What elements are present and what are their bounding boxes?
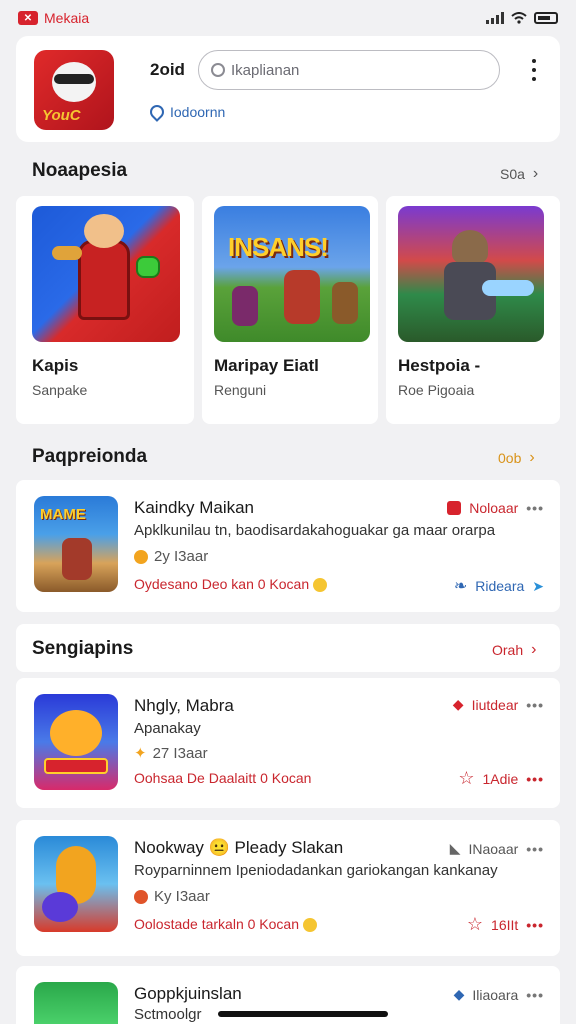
coin-icon [313, 578, 328, 593]
game-art: INSANS! [214, 206, 370, 342]
leaf-icon: ❧ [453, 578, 468, 595]
item-meta: 2y I3aar [134, 548, 208, 565]
featured-card[interactable]: Hestpoia - Roe Pigoaia [386, 196, 560, 424]
game-thumb [34, 982, 118, 1024]
location-label: Iodoornn [170, 104, 226, 120]
item-desc: Royparninnem Ipeniodadankan gariokangan … [134, 862, 498, 879]
more-icon[interactable]: ••• [526, 987, 544, 1003]
item-badge[interactable]: Noloaar ••• [447, 500, 544, 516]
popular-see-all-label: 0ob [498, 450, 522, 466]
featured-see-all[interactable]: S0a › [500, 165, 538, 183]
game-thumb [34, 836, 118, 932]
tag-icon: ◆ [452, 696, 464, 712]
more-icon[interactable]: ••• [526, 841, 544, 857]
featured-card[interactable]: INSANS! Maripay Eiatl Renguni [202, 196, 378, 424]
app-icon[interactable]: YouC [34, 50, 114, 130]
list-item[interactable]: Nhgly, Mabra Apanakay ✦ 27 I3aar Oohsaa … [16, 678, 560, 808]
sengapires-see-all[interactable]: Orah › [492, 641, 536, 659]
item-action[interactable]: ❧ Rideara ➤ [454, 576, 544, 596]
featured-sub: Roe Pigoaia [398, 382, 475, 398]
featured-sub: Renguni [214, 382, 267, 398]
item-title: Goppkjuinslan [134, 984, 242, 1003]
more-icon[interactable]: ••• [526, 697, 544, 713]
home-indicator[interactable] [218, 1011, 388, 1017]
featured-name: Kapis [32, 356, 79, 375]
banner-text: INSANS! [228, 232, 329, 262]
item-badge[interactable]: ◆ Iiutdear ••• [453, 696, 544, 713]
overflow-menu-icon[interactable] [524, 56, 544, 84]
item-footer: Oohsaa De Daalaitt 0 Kocan [134, 770, 312, 786]
coin-icon [302, 918, 317, 933]
signal-icon [486, 12, 504, 24]
item-title: Nookway 😐 Pleady Slakan [134, 838, 344, 857]
tag-icon: ◆ [453, 986, 465, 1002]
item-badge[interactable]: ◣ INaoaar ••• [450, 840, 544, 857]
status-bar: ✕ Mekaia [0, 0, 576, 36]
item-desc: Apanakay [134, 720, 201, 737]
item-title: Nhgly, Mabra [134, 696, 234, 715]
app-label: Mekaia [44, 10, 90, 26]
hand-icon: ◣ [449, 840, 461, 856]
search-input[interactable]: Ikaplianan [198, 50, 500, 90]
item-desc: Sctmoolgr [134, 1006, 202, 1023]
shield-icon [447, 501, 462, 515]
game-art [32, 206, 180, 342]
list-item[interactable]: MAME Kaindky Maikan Apklkunilau tn, baod… [16, 480, 560, 612]
item-footer: Oydesano Deo kan 0 Kocan [134, 576, 328, 593]
item-footer: Oolostade tarkaln 0 Kocan [134, 916, 317, 933]
chevron-right-icon: › [529, 449, 535, 466]
section-header-card: Sengiapins Orah › [16, 624, 560, 672]
sengapires-title: Sengiapins [32, 638, 134, 659]
wifi-icon [511, 12, 527, 24]
game-thumb [34, 694, 118, 790]
featured-see-all-label: S0a [500, 166, 525, 182]
item-rating[interactable]: ☆ 16IIt ••• [467, 914, 544, 935]
item-badge[interactable]: ◆ Iliaoara ••• [454, 986, 544, 1003]
more-icon[interactable]: ••• [526, 917, 544, 933]
header-tag: 2oid [150, 60, 185, 79]
star-icon: ✦ [134, 745, 147, 762]
star-icon: ☆ [466, 914, 484, 934]
featured-name: Hestpoia - [398, 356, 481, 375]
search-icon [211, 63, 225, 77]
location-pin-icon [147, 102, 167, 122]
more-icon[interactable]: ••• [526, 771, 544, 787]
coin-icon [134, 889, 148, 904]
featured-name: Maripay Eiatl [214, 356, 319, 375]
item-title: Kaindky Maikan [134, 498, 255, 517]
game-art [398, 206, 544, 342]
item-meta: Ky I3aar [134, 888, 210, 905]
item-rating[interactable]: ☆ 1Adie ••• [458, 768, 544, 789]
popular-see-all[interactable]: 0ob › [498, 449, 535, 467]
search-placeholder: Ikaplianan [231, 61, 300, 79]
featured-card[interactable]: Kapis Sanpake [16, 196, 194, 424]
popular-title: Paqpreionda [32, 446, 148, 467]
star-icon: ☆ [458, 768, 475, 788]
chevron-right-icon: › [532, 165, 539, 182]
app-logo-icon: ✕ [18, 11, 38, 25]
featured-title: Noaapesia [32, 160, 128, 181]
more-icon[interactable]: ••• [526, 500, 544, 516]
item-meta: ✦ 27 I3aar [134, 744, 208, 763]
list-item[interactable]: Nookway 😐 Pleady Slakan Royparninnem Ipe… [16, 820, 560, 956]
coin-icon [134, 549, 148, 564]
app-brand: ✕ Mekaia [18, 10, 89, 26]
chevron-right-icon: › [531, 641, 537, 658]
item-desc: Apklkunilau tn, baodisardakahoguakar ga … [134, 522, 496, 539]
header-card: YouC 2oid Ikaplianan Iodoornn [16, 36, 560, 142]
featured-sub: Sanpake [32, 382, 88, 398]
battery-icon [534, 12, 558, 24]
location-link[interactable]: Iodoornn [147, 102, 226, 122]
bird-icon: ➤ [532, 577, 544, 594]
game-thumb: MAME [34, 496, 118, 592]
